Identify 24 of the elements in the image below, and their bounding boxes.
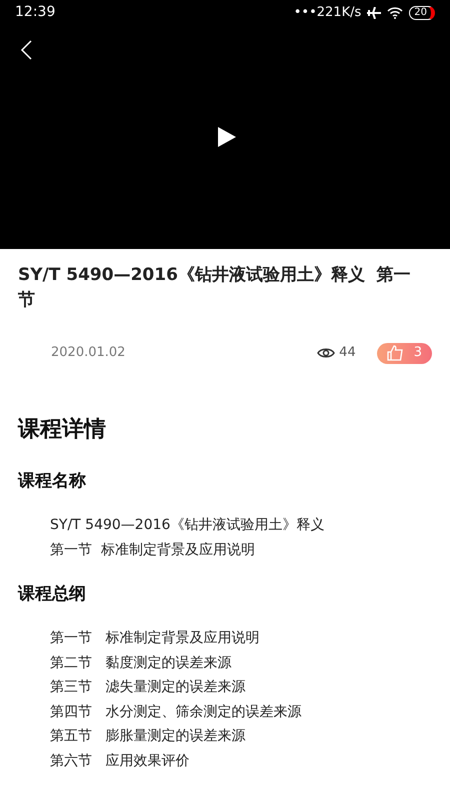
publish-date: 2020.01.02 (51, 344, 126, 362)
airplane-icon (367, 6, 382, 18)
section-heading: 课程总纲 (16, 583, 87, 606)
outline-line: 第四节 水分测定、筛余测定的误差来源 (50, 702, 302, 722)
thumbs-up-icon (386, 345, 404, 361)
outline-line: 第五节 膨胀量测定的误差来源 (50, 727, 246, 746)
details-heading: 课程详情 (16, 416, 107, 444)
network-speed: •••221K/s (294, 4, 362, 22)
back-icon[interactable] (20, 40, 32, 60)
wifi-icon (387, 6, 404, 18)
outline-line: 第一节 标准制定背景及应用说明 (50, 540, 256, 560)
outline-line: 第三节 滤失量测定的误差来源 (50, 678, 246, 697)
eye-icon (317, 347, 336, 359)
view-count: 44 (339, 344, 356, 362)
outline-line: SY/T 5490—2016《钻井液试验用土》释义 (50, 516, 326, 535)
outline-line: 第二节 黏度测定的误差来源 (50, 654, 232, 672)
video-player[interactable]: 12:39 •••221K/s 20 (0, 0, 450, 249)
play-icon[interactable] (218, 127, 236, 147)
outline-line: 第六节 应用效果评价 (50, 752, 190, 770)
status-time: 12:39 (15, 3, 56, 22)
section-heading: 课程名称 (16, 470, 87, 493)
course-title: SY/T 5490—2016《钻井液试验用土》释义 第一节 (17, 264, 412, 312)
outline-line: 第一节 标准制定背景及应用说明 (50, 629, 260, 648)
battery-indicator: 20 (409, 6, 435, 20)
